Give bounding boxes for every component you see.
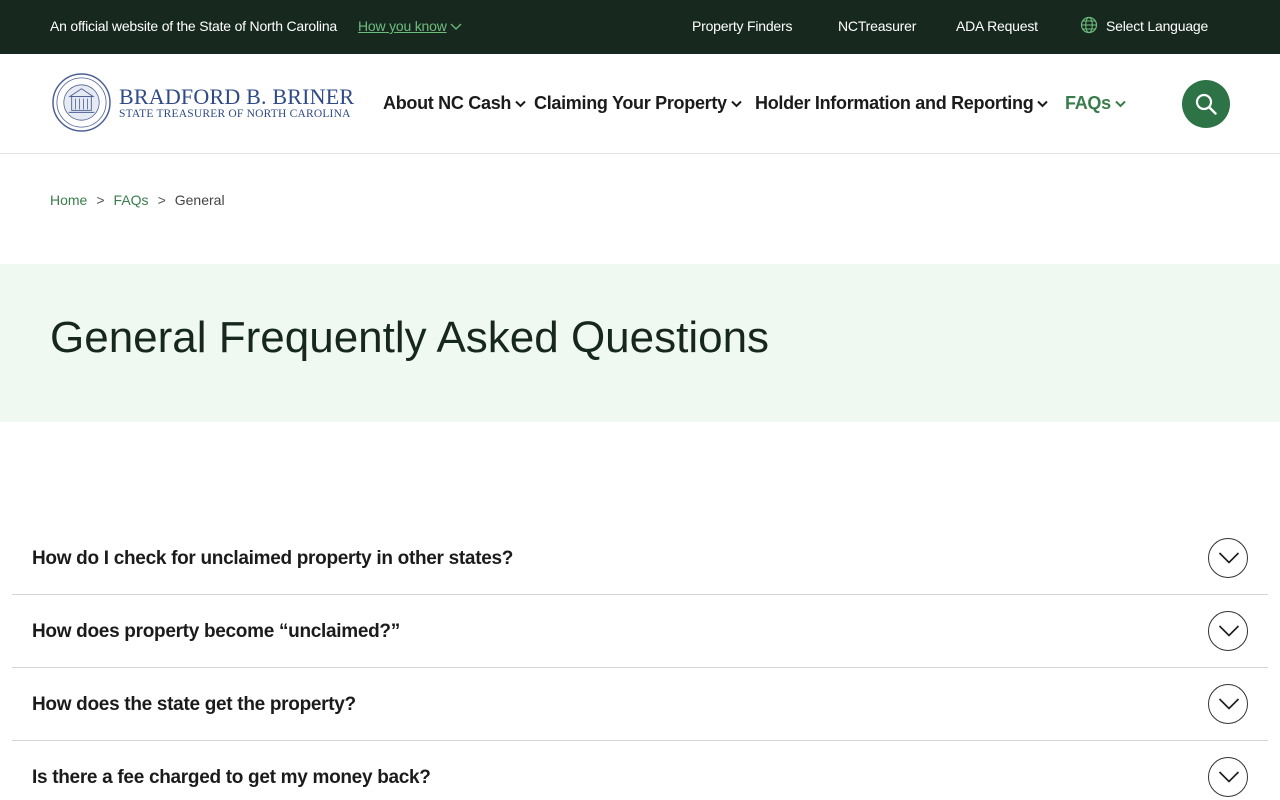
faq-item[interactable]: How does the state get the property?	[12, 668, 1268, 741]
breadcrumb-separator: >	[157, 192, 166, 208]
faq-item[interactable]: How does property become “unclaimed?”	[12, 595, 1268, 668]
chevron-down-icon	[731, 101, 742, 108]
property-finders-link[interactable]: Property Finders	[692, 18, 792, 34]
faq-question[interactable]: How does property become “unclaimed?”	[32, 621, 400, 643]
breadcrumb: Home > FAQs > General	[50, 192, 225, 208]
nav-holder-information[interactable]: Holder Information and Reporting	[755, 93, 1049, 114]
search-icon	[1195, 93, 1217, 115]
chevron-down-icon	[1218, 698, 1240, 710]
globe-icon	[1080, 16, 1098, 34]
nav-label: Claiming Your Property	[534, 93, 727, 113]
search-button[interactable]	[1182, 80, 1230, 128]
ada-request-link[interactable]: ADA Request	[956, 18, 1038, 34]
nav-faqs[interactable]: FAQs	[1065, 93, 1126, 114]
breadcrumb-home-link[interactable]: Home	[50, 192, 87, 208]
chevron-down-icon	[1218, 771, 1240, 783]
nctreasurer-link[interactable]: NCTreasurer	[838, 18, 916, 34]
faq-question[interactable]: Is there a fee charged to get my money b…	[32, 767, 431, 789]
state-treasurer-seal-logo[interactable]	[52, 73, 111, 132]
faq-question[interactable]: How does the state get the property?	[32, 694, 356, 716]
nav-label: Holder Information and Reporting	[755, 93, 1034, 113]
nav-label: About NC Cash	[383, 93, 512, 113]
breadcrumb-faqs-link[interactable]: FAQs	[114, 192, 149, 208]
chevron-down-icon	[1218, 552, 1240, 564]
how-you-know-label: How you know	[358, 18, 447, 34]
nav-label: FAQs	[1065, 93, 1111, 113]
faq-toggle-button[interactable]	[1208, 538, 1248, 578]
brand-name[interactable]: BRADFORD B. BRINER	[119, 84, 354, 110]
official-site-text: An official website of the State of Nort…	[50, 18, 338, 34]
chevron-down-icon	[1037, 101, 1049, 108]
chevron-down-icon	[1115, 101, 1126, 108]
page-title: General Frequently Asked Questions	[50, 313, 770, 362]
faq-toggle-button[interactable]	[1208, 757, 1248, 797]
chevron-down-icon	[1218, 625, 1240, 637]
faq-toggle-button[interactable]	[1208, 611, 1248, 651]
nav-about-nc-cash[interactable]: About NC Cash	[383, 93, 526, 114]
faq-question[interactable]: How do I check for unclaimed property in…	[32, 548, 513, 570]
how-you-know-link[interactable]: How you know	[358, 18, 462, 34]
chevron-down-icon	[515, 101, 526, 108]
faq-item[interactable]: Is there a fee charged to get my money b…	[12, 741, 1268, 800]
breadcrumb-separator: >	[96, 192, 105, 208]
select-language-button[interactable]: Select Language	[1106, 18, 1208, 34]
breadcrumb-current: General	[174, 192, 225, 208]
faq-toggle-button[interactable]	[1208, 684, 1248, 724]
site-header: BRADFORD B. BRINER STATE TREASURER OF NO…	[0, 54, 1280, 154]
brand-subtitle: STATE TREASURER OF NORTH CAROLINA	[119, 108, 351, 120]
faq-item[interactable]: How do I check for unclaimed property in…	[12, 522, 1268, 595]
official-banner: An official website of the State of Nort…	[0, 0, 1280, 54]
nav-claiming-your-property[interactable]: Claiming Your Property	[534, 93, 742, 114]
page-hero: General Frequently Asked Questions	[0, 264, 1280, 422]
chevron-down-icon	[450, 23, 462, 31]
